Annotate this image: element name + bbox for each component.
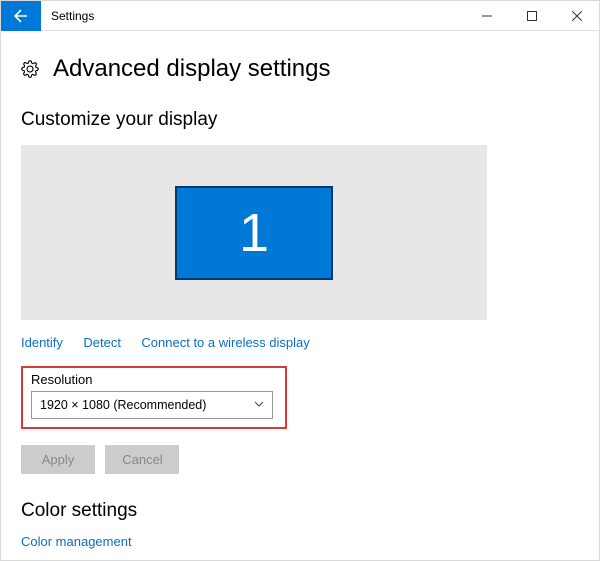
window-controls (464, 1, 599, 31)
resolution-highlight: Resolution 1920 × 1080 (Recommended) (21, 366, 287, 429)
display-action-links: Identify Detect Connect to a wireless di… (21, 334, 579, 352)
page-title-row: Advanced display settings (21, 55, 579, 83)
window-title: Settings (51, 9, 464, 23)
chevron-down-icon (254, 398, 264, 412)
monitor-number: 1 (239, 202, 269, 264)
resolution-label: Resolution (31, 372, 277, 387)
apply-button[interactable]: Apply (21, 445, 95, 474)
resolution-selected-value: 1920 × 1080 (Recommended) (40, 398, 206, 412)
maximize-icon (527, 11, 537, 21)
color-management-link[interactable]: Color management (21, 534, 563, 549)
close-button[interactable] (554, 1, 599, 31)
titlebar: Settings (1, 1, 599, 31)
display-arrangement-area: 1 (21, 145, 487, 320)
color-settings-title: Color settings (21, 500, 579, 522)
page-title: Advanced display settings (53, 55, 331, 83)
customize-title: Customize your display (21, 109, 579, 131)
content-area: Advanced display settings Customize your… (1, 31, 599, 561)
cancel-button[interactable]: Cancel (105, 445, 179, 474)
minimize-icon (482, 11, 492, 21)
button-row: Apply Cancel (21, 445, 579, 474)
settings-window: Settings Advanced display settings Custo… (0, 0, 600, 561)
monitor-1[interactable]: 1 (175, 186, 333, 280)
identify-link[interactable]: Identify (21, 335, 63, 350)
arrow-left-icon (13, 8, 29, 24)
back-button[interactable] (1, 1, 41, 31)
close-icon (572, 11, 582, 21)
color-links: Color management Color calibration (21, 534, 579, 561)
resolution-dropdown[interactable]: 1920 × 1080 (Recommended) (31, 391, 273, 419)
detect-link[interactable]: Detect (83, 335, 121, 350)
connect-wireless-link[interactable]: Connect to a wireless display (141, 335, 309, 350)
maximize-button[interactable] (509, 1, 554, 31)
gear-icon (21, 60, 39, 78)
minimize-button[interactable] (464, 1, 509, 31)
